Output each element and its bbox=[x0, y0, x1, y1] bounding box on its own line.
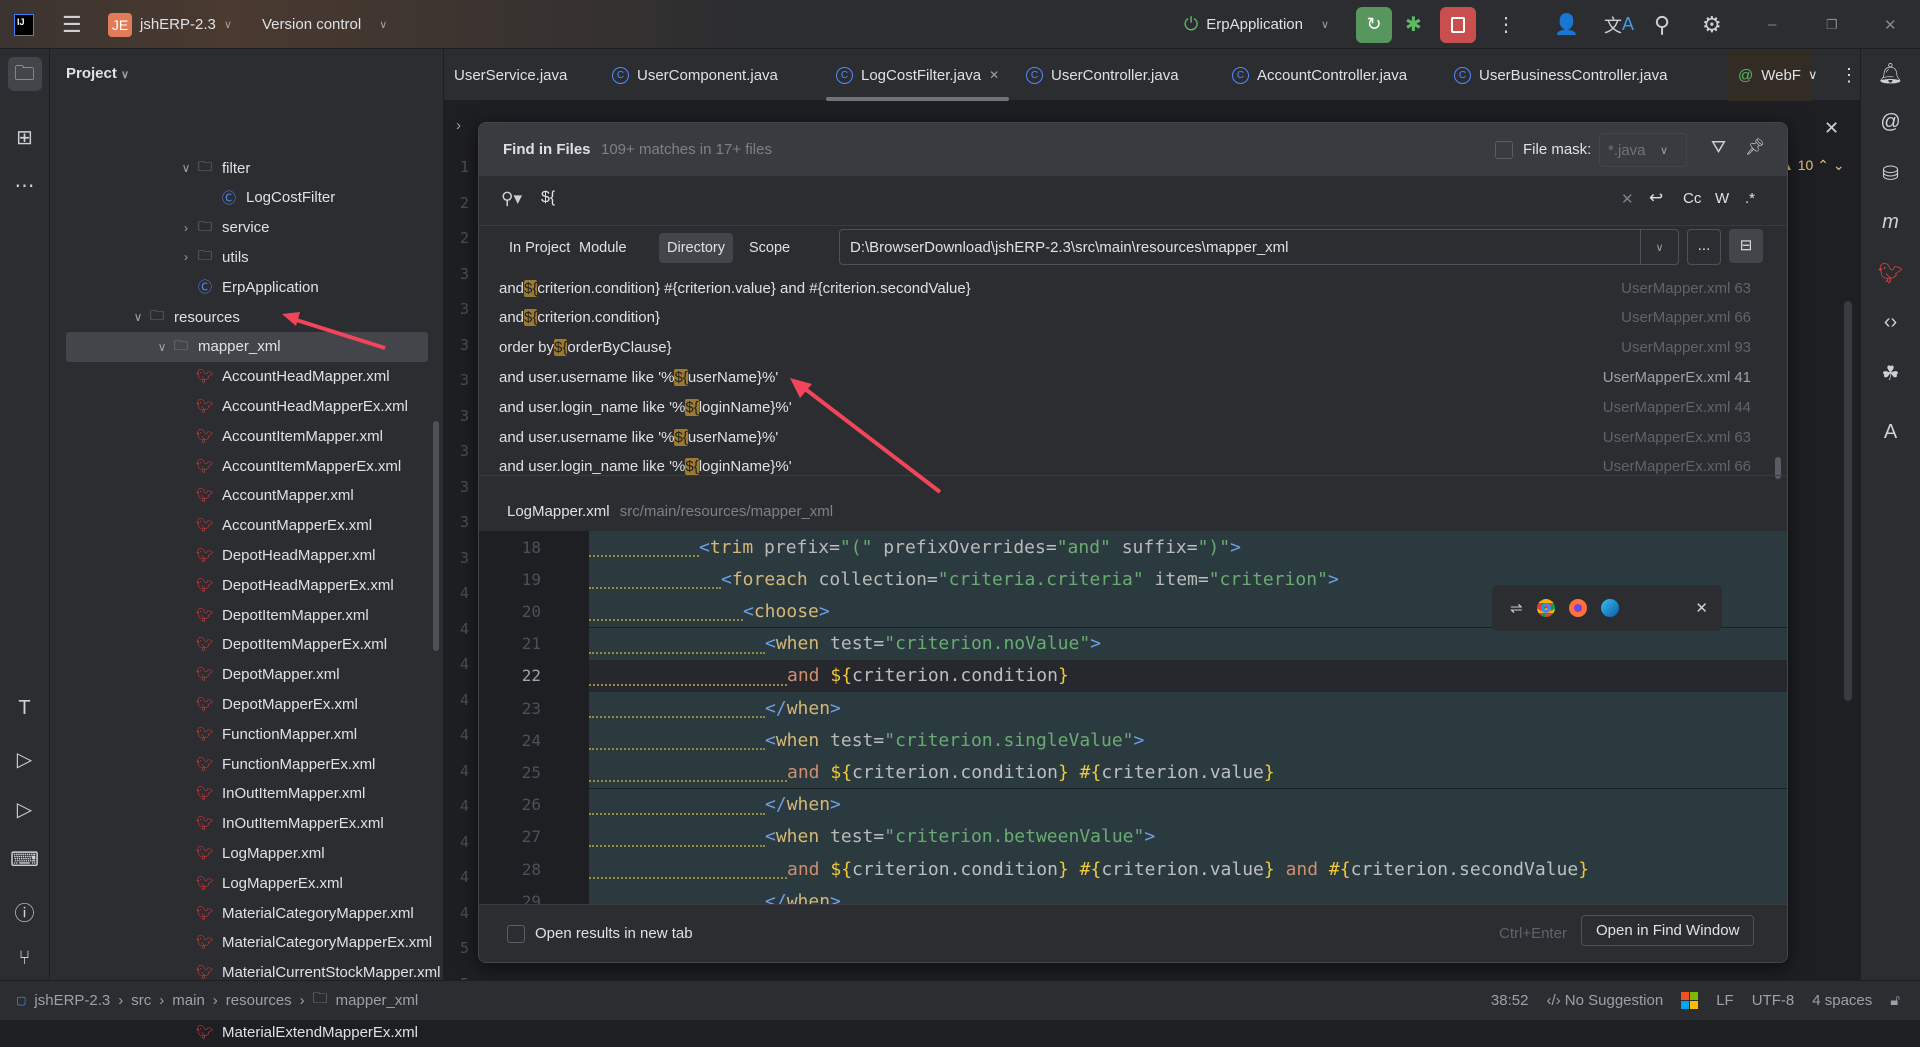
annotation-arrowhead bbox=[282, 312, 300, 326]
windows-logo-icon[interactable] bbox=[1681, 992, 1699, 1009]
mybatis-xml-icon: 🐦︎ bbox=[196, 1023, 214, 1040]
breadcrumb-item[interactable]: mapper_xml bbox=[336, 992, 419, 1009]
breadcrumb-separator: › bbox=[299, 992, 305, 1009]
breadcrumb-separator: › bbox=[118, 992, 124, 1009]
module-icon: ▢ bbox=[16, 995, 27, 1007]
suggestion-label: No Suggestion bbox=[1564, 992, 1664, 1009]
annotation-arrow bbox=[798, 383, 942, 494]
status-bar: ▢ jshERP-2.3 › src › main › resources › 🗀 mapper_x… bbox=[0, 980, 1920, 1020]
tree-item-label: MaterialExtendMapperEx.xml bbox=[222, 1023, 418, 1041]
line-separator[interactable]: LF bbox=[1716, 992, 1734, 1009]
breadcrumb-separator: › bbox=[159, 992, 165, 1009]
breadcrumb-item[interactable]: resources bbox=[226, 992, 292, 1009]
breadcrumb: ▢ jshERP-2.3 › src › main › resources › 🗀 mapper_x… bbox=[0, 988, 418, 1013]
lock-icon[interactable]: 🔓︎ bbox=[1890, 992, 1900, 1009]
breadcrumb-item[interactable]: src bbox=[131, 992, 151, 1009]
suggestion-status[interactable]: ‹/› No Suggestion bbox=[1546, 992, 1663, 1009]
breadcrumb-item[interactable]: jshERP-2.3 bbox=[34, 992, 110, 1009]
annotation-arrows bbox=[282, 312, 942, 494]
annotation-arrow bbox=[289, 316, 386, 350]
breadcrumb-separator: › bbox=[212, 992, 218, 1009]
file-encoding[interactable]: UTF-8 bbox=[1752, 992, 1795, 1009]
tree-item[interactable]: 🐦︎ MaterialExtendMapperEx.xml bbox=[50, 1017, 444, 1047]
breadcrumb-item[interactable]: main bbox=[172, 992, 205, 1009]
indent-setting[interactable]: 4 spaces bbox=[1812, 992, 1872, 1009]
folder-icon: 🗀 bbox=[312, 990, 328, 1007]
annotation-arrowhead bbox=[790, 378, 812, 398]
cursor-position[interactable]: 38:52 bbox=[1491, 992, 1529, 1009]
